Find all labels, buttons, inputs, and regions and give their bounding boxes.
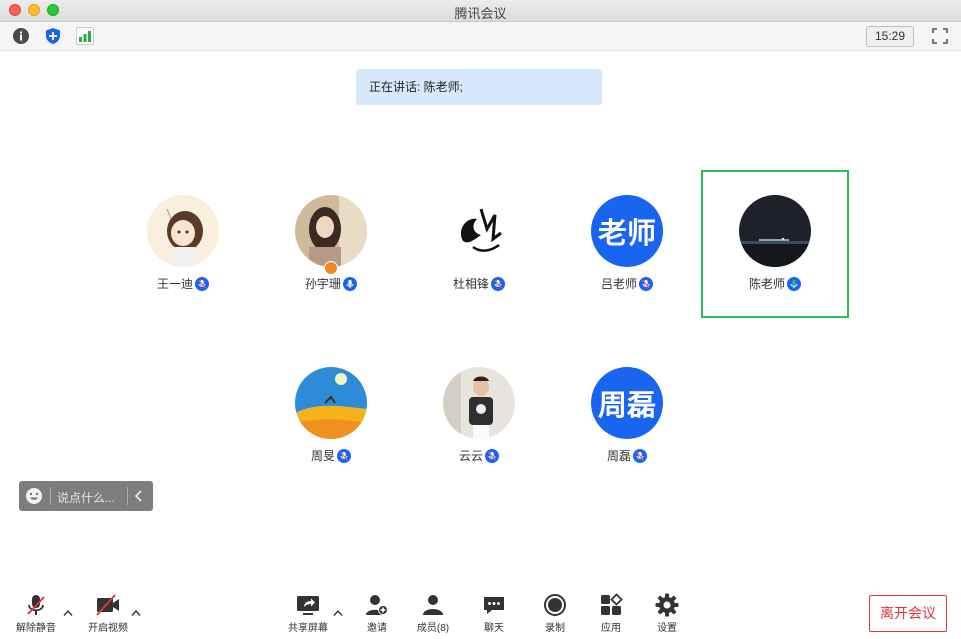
mic-muted-icon	[633, 448, 647, 463]
share-screen-button[interactable]: 共享屏幕	[286, 593, 330, 634]
apps-label: 应用	[601, 623, 621, 634]
participant-name: 杜相锋	[452, 277, 489, 291]
record-button[interactable]: 录制	[533, 593, 577, 634]
leave-meeting-button[interactable]: 离开会议	[869, 595, 947, 632]
unmute-button[interactable]: 解除静音	[14, 593, 58, 634]
participant-name-row: 孙宇珊	[257, 275, 405, 292]
chat-placeholder[interactable]: 说点什么...	[57, 489, 115, 506]
participant-tile[interactable]: 周磊 周磊	[553, 342, 701, 490]
participant-name-row: 吕老师	[553, 275, 701, 292]
chat-label: 聊天	[484, 623, 504, 634]
participant-name: 周磊	[606, 449, 631, 463]
participant-name: 孙宇珊	[304, 277, 341, 291]
participant-tile[interactable]: 孙宇珊	[257, 170, 405, 318]
title-bar: 腾讯会议	[0, 0, 961, 22]
speaking-banner: 正在讲话: 陈老师;	[356, 69, 602, 105]
members-button[interactable]: 成员(8)	[411, 593, 455, 634]
mic-muted-icon	[195, 276, 209, 291]
avatar	[739, 195, 811, 267]
mic-off-icon	[27, 595, 45, 615]
chevron-up-icon[interactable]	[333, 609, 343, 617]
participant-name-row: 周磊	[553, 447, 701, 464]
avatar	[295, 367, 367, 439]
avatar	[443, 367, 515, 439]
apps-grid-icon	[601, 593, 623, 615]
emoji-icon[interactable]	[25, 487, 43, 505]
participant-name: 周旻	[310, 449, 335, 463]
shield-icon[interactable]	[44, 27, 62, 45]
participant-tile[interactable]: 周旻	[257, 342, 405, 490]
participant-name-row: 周旻	[257, 447, 405, 464]
participant-name-row: 云云	[405, 447, 553, 464]
collapse-chevron-icon[interactable]	[133, 489, 145, 503]
invite-label: 邀请	[367, 623, 387, 634]
participant-name-row: 王一迪	[109, 275, 257, 292]
fullscreen-icon[interactable]	[931, 27, 949, 45]
dragon-ink-avatar-icon	[443, 195, 515, 267]
cartoon-girl-avatar-icon	[147, 195, 219, 267]
video-label: 开启视频	[88, 623, 128, 634]
share-label: 共享屏幕	[288, 623, 328, 634]
mic-muted-icon	[491, 276, 505, 291]
add-user-icon	[366, 595, 388, 615]
meeting-clock: 15:29	[866, 26, 914, 47]
meeting-controls: 解除静音 开启视频 共享屏幕 邀请 成员(8) 聊天 录制 应用 设置	[0, 585, 961, 639]
chat-button[interactable]: 聊天	[472, 593, 516, 634]
top-toolbar: 15:29	[0, 22, 961, 51]
participant-name: 云云	[458, 449, 483, 463]
start-video-button[interactable]: 开启视频	[86, 593, 130, 634]
child-photo-avatar-icon	[443, 367, 515, 439]
signal-icon[interactable]	[76, 27, 94, 45]
chevron-up-icon[interactable]	[63, 609, 73, 617]
info-icon[interactable]	[12, 27, 30, 45]
chat-divider	[127, 487, 128, 505]
window-title: 腾讯会议	[454, 6, 507, 21]
mic-unmuted-icon	[343, 276, 357, 291]
participant-name-row: 杜相锋	[405, 275, 553, 292]
participant-tile[interactable]: 云云	[405, 342, 553, 490]
participant-name: 吕老师	[600, 277, 637, 291]
night-city-avatar-icon	[739, 195, 811, 267]
participant-tile-active-speaker[interactable]: 陈老师	[701, 170, 849, 318]
members-label: 成员(8)	[416, 623, 450, 634]
settings-button[interactable]: 设置	[645, 593, 689, 634]
girl-photo-avatar-icon	[295, 195, 367, 267]
mic-muted-icon	[337, 448, 351, 463]
participant-name: 陈老师	[748, 277, 785, 291]
members-icon	[423, 595, 443, 615]
host-badge-icon	[324, 261, 338, 275]
share-screen-icon	[297, 596, 319, 615]
unmute-label: 解除静音	[16, 623, 56, 634]
chevron-up-icon[interactable]	[131, 609, 141, 617]
mic-muted-icon	[485, 448, 499, 463]
avatar-initials: 周磊	[591, 367, 663, 439]
apps-button[interactable]: 应用	[589, 593, 633, 634]
settings-label: 设置	[657, 623, 677, 634]
avatar: 老师	[591, 195, 663, 267]
mic-speaking-icon	[787, 276, 801, 291]
participant-tile[interactable]: 杜相锋	[405, 170, 553, 318]
participant-name-row: 陈老师	[703, 275, 847, 292]
participant-tile[interactable]: 老师 吕老师	[553, 170, 701, 318]
record-icon	[544, 594, 566, 616]
participant-name: 王一迪	[156, 277, 193, 291]
sunset-avatar-icon	[295, 367, 367, 439]
chat-quick-input[interactable]: 说点什么...	[19, 481, 153, 511]
avatar	[295, 195, 367, 267]
record-label: 录制	[545, 623, 565, 634]
participant-tile[interactable]: 王一迪	[109, 170, 257, 318]
chat-divider	[50, 487, 51, 505]
avatar: 周磊	[591, 367, 663, 439]
avatar	[443, 195, 515, 267]
gear-icon	[655, 593, 679, 617]
avatar-initials: 老师	[591, 195, 663, 267]
invite-button[interactable]: 邀请	[355, 593, 399, 634]
mic-muted-icon	[639, 276, 653, 291]
avatar	[147, 195, 219, 267]
chat-bubble-icon	[484, 597, 504, 614]
video-off-icon	[96, 594, 119, 616]
